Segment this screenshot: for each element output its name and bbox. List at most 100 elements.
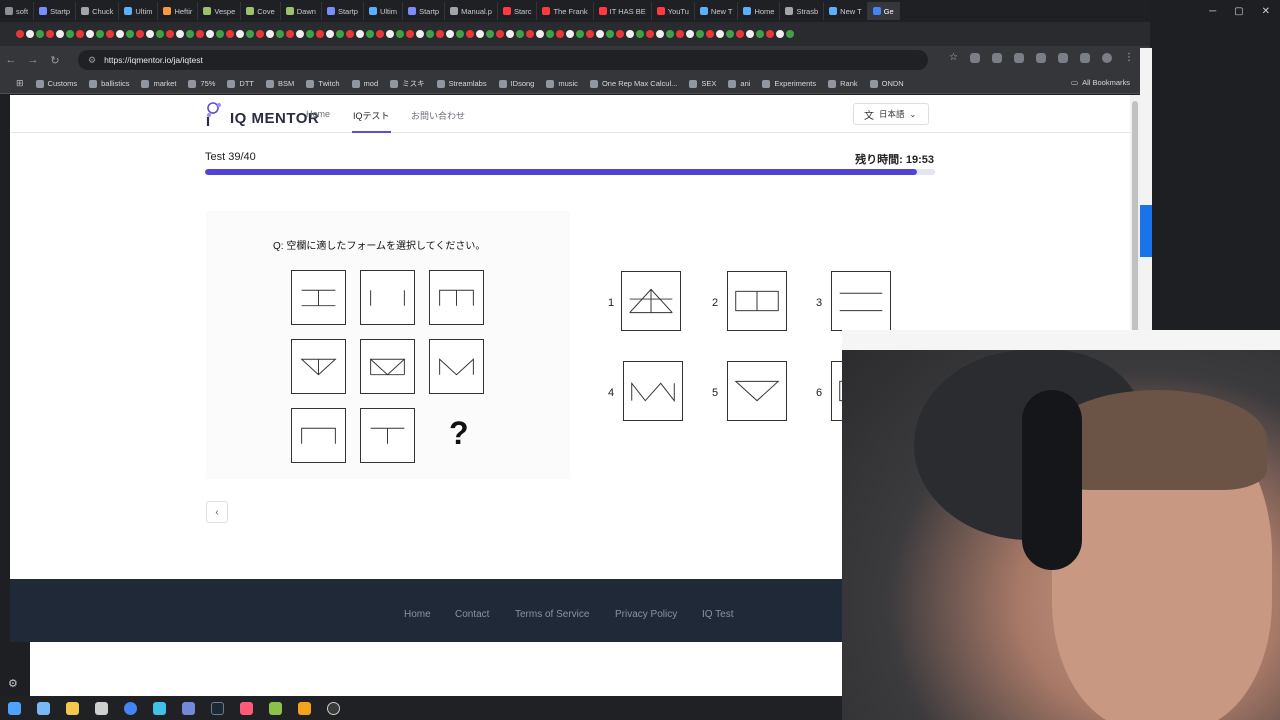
browser-tab[interactable]: YouTu	[652, 2, 695, 20]
discord-icon[interactable]	[182, 701, 195, 715]
back-icon[interactable]: ←	[0, 54, 22, 66]
close-icon[interactable]: ✕	[1262, 6, 1270, 17]
pinned-site-icon[interactable]	[546, 30, 554, 38]
browser-tab[interactable]: Home	[738, 2, 781, 20]
pinned-site-icon[interactable]	[706, 30, 714, 38]
pinned-site-icon[interactable]	[746, 30, 754, 38]
pinned-site-icon[interactable]	[326, 30, 334, 38]
pinned-site-icon[interactable]	[526, 30, 534, 38]
pinned-site-icon[interactable]	[566, 30, 574, 38]
bookmark-item[interactable]: Experiments	[762, 79, 816, 88]
browser-tab[interactable]: Heftir	[158, 2, 199, 20]
browser-tab[interactable]: The Frank	[537, 2, 594, 20]
all-bookmarks-button[interactable]: ▭ All Bookmarks	[1071, 78, 1130, 87]
bookmark-item[interactable]: ONDN	[869, 79, 904, 88]
site-info-icon[interactable]: ⚙	[88, 55, 96, 66]
pinned-site-icon[interactable]	[676, 30, 684, 38]
footer-link-home[interactable]: Home	[404, 609, 431, 620]
pinned-site-icon[interactable]	[556, 30, 564, 38]
pinned-site-icon[interactable]	[726, 30, 734, 38]
app-icon[interactable]	[37, 701, 50, 715]
extension-icon[interactable]	[1080, 52, 1090, 63]
pinned-site-icon[interactable]	[786, 30, 794, 38]
browser-tab[interactable]: Startp	[403, 2, 446, 20]
pinned-site-icon[interactable]	[246, 30, 254, 38]
app-icon[interactable]	[95, 701, 108, 715]
app-icon[interactable]	[269, 701, 282, 715]
bookmark-item[interactable]: DTT	[227, 79, 254, 88]
pinned-site-icon[interactable]	[136, 30, 144, 38]
pinned-site-icon[interactable]	[666, 30, 674, 38]
browser-tab[interactable]: Starc	[498, 2, 538, 20]
pinned-site-icon[interactable]	[736, 30, 744, 38]
footer-link-contact[interactable]: Contact	[455, 609, 489, 620]
pinned-site-icon[interactable]	[536, 30, 544, 38]
pinned-site-icon[interactable]	[236, 30, 244, 38]
profile-icon[interactable]	[1102, 52, 1112, 63]
pinned-site-icon[interactable]	[16, 30, 24, 38]
pinned-site-icon[interactable]	[396, 30, 404, 38]
pinned-site-icon[interactable]	[606, 30, 614, 38]
pinned-site-icon[interactable]	[626, 30, 634, 38]
obs-icon[interactable]	[327, 701, 340, 715]
pinned-site-icon[interactable]	[56, 30, 64, 38]
app-icon[interactable]	[298, 701, 311, 715]
browser-icon[interactable]	[124, 701, 137, 715]
pinned-site-icon[interactable]	[36, 30, 44, 38]
pinned-site-icon[interactable]	[686, 30, 694, 38]
forward-icon[interactable]: →	[22, 54, 44, 66]
app-icon[interactable]	[153, 701, 166, 715]
pinned-site-icon[interactable]	[306, 30, 314, 38]
pinned-site-icon[interactable]	[286, 30, 294, 38]
prev-question-button[interactable]: ‹	[206, 501, 228, 523]
maximize-icon[interactable]: ▢	[1234, 6, 1243, 17]
app-icon[interactable]	[240, 701, 253, 715]
answer-option-2[interactable]	[727, 271, 787, 331]
bookmark-item[interactable]: mod	[351, 79, 378, 88]
bookmark-item[interactable]: 75%	[188, 79, 215, 88]
menu-icon[interactable]: ⋮	[1124, 52, 1134, 63]
bookmark-item[interactable]: ballistics	[89, 79, 129, 88]
browser-tab[interactable]: Vespe	[198, 2, 242, 20]
nav-home[interactable]: Home	[306, 109, 330, 119]
pinned-site-icon[interactable]	[476, 30, 484, 38]
pinned-site-icon[interactable]	[446, 30, 454, 38]
windows-start-icon[interactable]	[8, 701, 21, 715]
nav-iqtest[interactable]: IQテスト	[352, 109, 391, 133]
pinned-site-icon[interactable]	[116, 30, 124, 38]
bookmark-item[interactable]: Customs	[35, 79, 77, 88]
star-icon[interactable]: ☆	[949, 52, 958, 63]
pinned-site-icon[interactable]	[76, 30, 84, 38]
pinned-site-icon[interactable]	[576, 30, 584, 38]
bookmark-item[interactable]: BSM	[266, 79, 294, 88]
pinned-site-icon[interactable]	[596, 30, 604, 38]
pinned-site-icon[interactable]	[436, 30, 444, 38]
minimize-icon[interactable]: ─	[1209, 6, 1216, 17]
footer-link-privacy[interactable]: Privacy Policy	[615, 609, 677, 620]
pinned-site-icon[interactable]	[646, 30, 654, 38]
pinned-site-icon[interactable]	[386, 30, 394, 38]
pinned-site-icon[interactable]	[776, 30, 784, 38]
browser-tab[interactable]: Ultim	[119, 2, 159, 20]
address-bar[interactable]: ⚙ https://iqmentor.io/ja/iqtest	[78, 50, 928, 70]
pinned-site-icon[interactable]	[146, 30, 154, 38]
pinned-site-icon[interactable]	[316, 30, 324, 38]
bookmark-item[interactable]: music	[546, 79, 578, 88]
pinned-site-icon[interactable]	[256, 30, 264, 38]
language-select[interactable]: 文 日本語 ⌄	[853, 103, 929, 125]
pinned-site-icon[interactable]	[656, 30, 664, 38]
pinned-site-icon[interactable]	[166, 30, 174, 38]
pinned-site-icon[interactable]	[696, 30, 704, 38]
pinned-site-icon[interactable]	[416, 30, 424, 38]
browser-tab[interactable]: Startp	[34, 2, 77, 20]
steam-icon[interactable]	[211, 701, 224, 715]
pinned-site-icon[interactable]	[516, 30, 524, 38]
site-logo[interactable]: IQ MENTOR	[205, 101, 319, 127]
pinned-site-icon[interactable]	[96, 30, 104, 38]
answer-option-4[interactable]	[623, 361, 683, 421]
bookmark-item[interactable]: Twitch	[306, 79, 340, 88]
bookmark-item[interactable]: ani	[728, 79, 750, 88]
pinned-site-icon[interactable]	[186, 30, 194, 38]
bookmark-item[interactable]: Streamlabs	[436, 79, 487, 88]
pinned-site-icon[interactable]	[266, 30, 274, 38]
